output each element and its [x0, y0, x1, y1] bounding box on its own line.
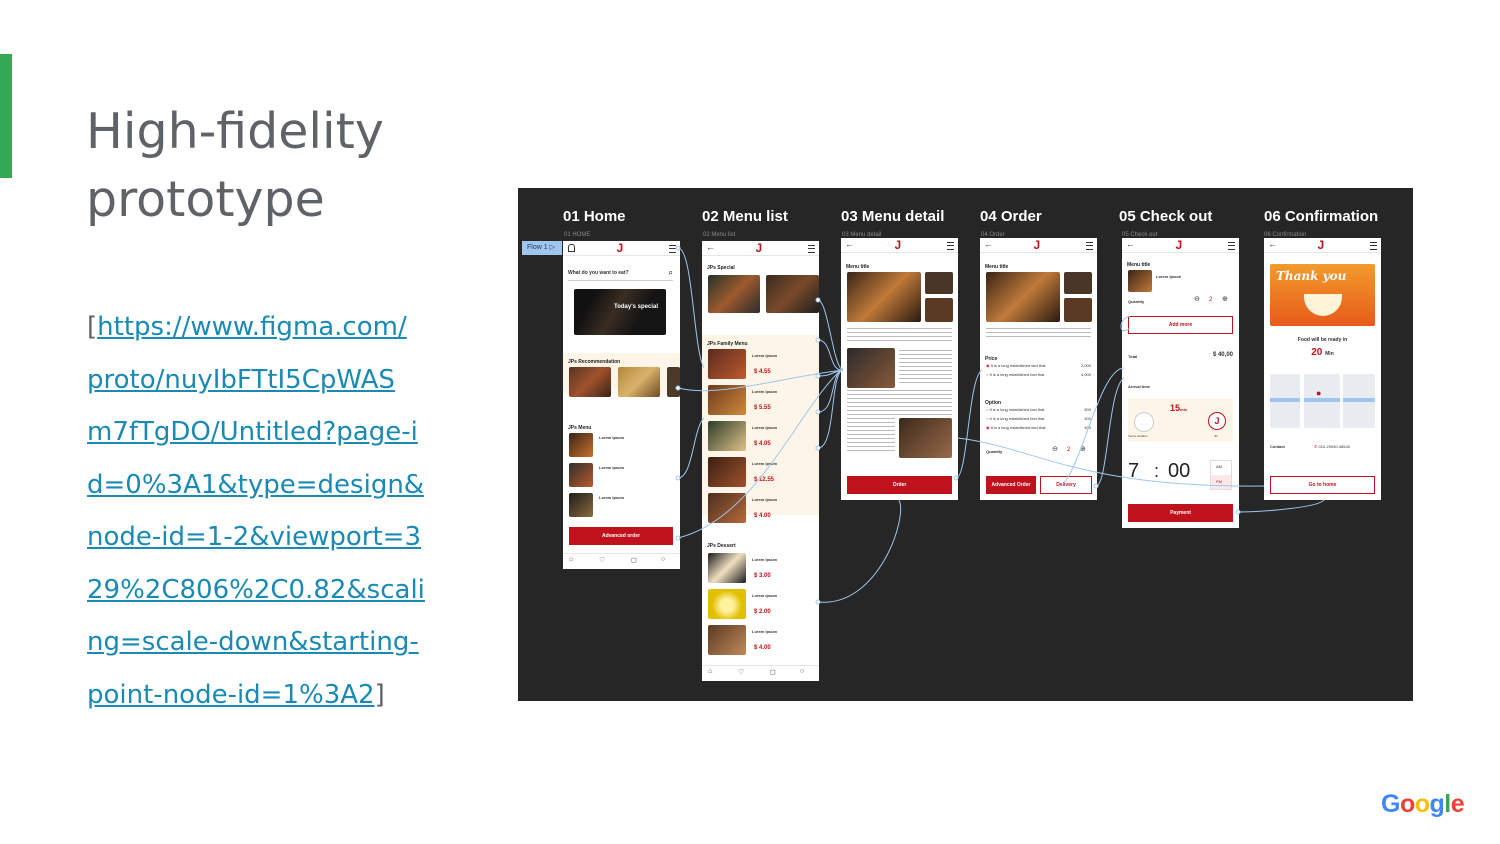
google-letter-e: e [1450, 790, 1465, 818]
bracket-close: ] [374, 679, 385, 710]
link-line-3[interactable]: m7fTgDO/Untitled?page-i [87, 417, 418, 447]
link-line-1[interactable]: https://www.figma.com/ [97, 312, 407, 342]
link-line-4[interactable]: d=0%3A1&type=design& [87, 470, 424, 500]
title-line-1: High-fidelity [86, 103, 384, 160]
link-line-6[interactable]: 29%2C806%2C0.82&scali [87, 575, 425, 605]
google-letter-g: G [1381, 790, 1400, 818]
google-letter-g2: g [1429, 790, 1445, 818]
google-logo: Google [1381, 790, 1465, 819]
google-letter-o2: o [1414, 790, 1430, 818]
link-line-5[interactable]: node-id=1-2&viewport=3 [87, 522, 421, 552]
link-line-2[interactable]: proto/nuyIbFTtI5CpWAS [87, 365, 395, 395]
slide-title: High-fidelity prototype [86, 98, 486, 234]
prototype-screenshot: Flow 1 ▷ 01 Home 01 HOME 02 Menu list 02… [518, 188, 1413, 701]
prototype-link: [https://www.figma.com/ proto/nuyIbFTtI5… [87, 301, 437, 721]
google-letter-o1: o [1399, 790, 1415, 818]
title-line-2: prototype [86, 171, 325, 228]
prototype-connections [675, 245, 1325, 605]
accent-bar [0, 54, 12, 178]
link-line-7[interactable]: ng=scale-down&starting- [87, 627, 419, 657]
link-line-8[interactable]: point-node-id=1%3A2 [87, 680, 375, 710]
bracket-open: [ [87, 312, 98, 342]
